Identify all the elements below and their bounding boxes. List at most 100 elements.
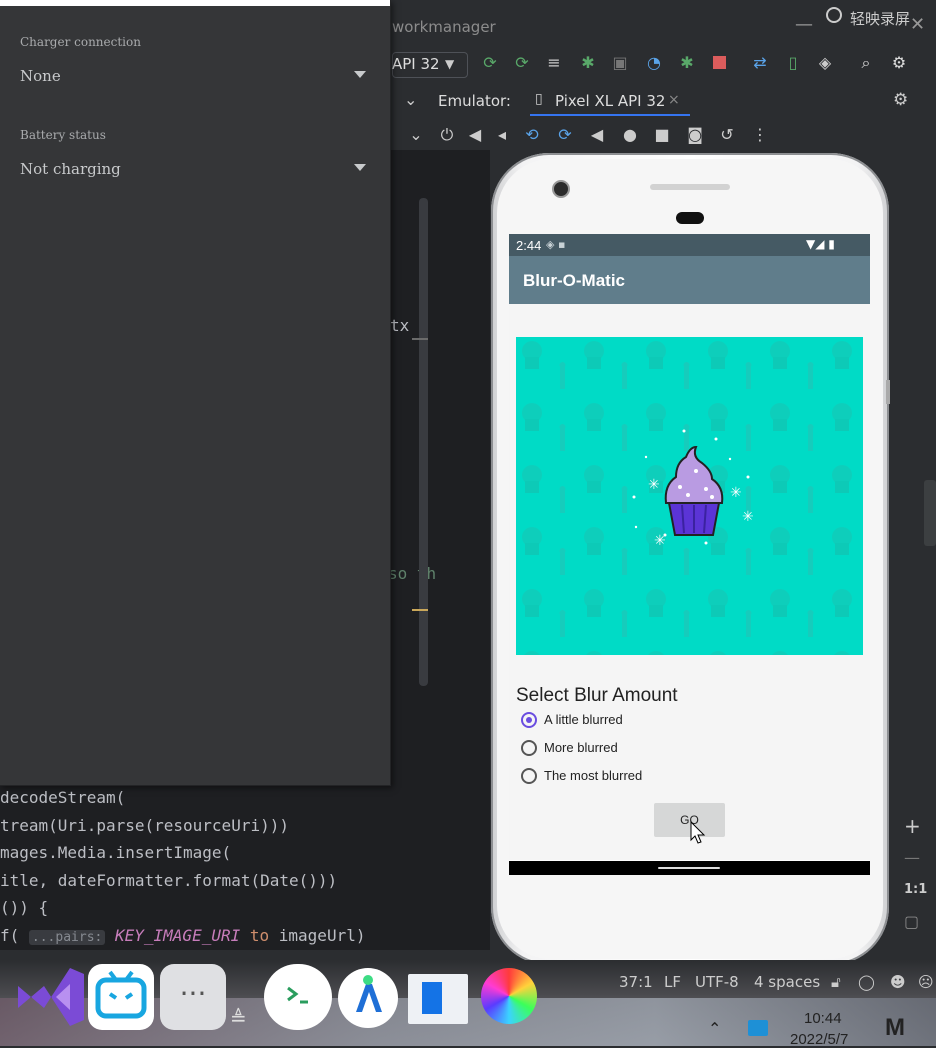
caret-position[interactable]: 37:1 [619,973,653,991]
clock-time[interactable]: 10:44 [804,1010,842,1027]
battery-status-label: Battery status [20,128,106,142]
volume-up-icon[interactable]: ◀ [465,125,485,144]
radio-button[interactable] [521,740,537,756]
clock-date[interactable]: 2022/5/7 [790,1031,848,1048]
stop-icon[interactable] [710,54,728,72]
ladder-icon: ≜ [230,1006,247,1030]
terminal-icon[interactable] [264,964,332,1030]
chevron-down-icon[interactable] [354,164,366,171]
app-title: Blur-O-Matic [523,271,625,290]
device-icon: ▯ [535,91,543,107]
attach-debugger-icon[interactable]: ▣ [611,54,629,72]
side-panel-handle[interactable] [924,480,936,546]
back-icon[interactable]: ◀ [587,125,607,144]
snapshot-icon[interactable]: ↺ [717,125,737,144]
sdk-manager-icon[interactable]: ◈ [816,54,834,72]
terminal-logo [287,986,308,1004]
code-line-last: f( ...pairs: KEY_IMAGE_URI to imageUrl) [0,925,366,945]
scroll-marker [412,338,428,340]
vs-logo [18,968,84,1026]
line-separator[interactable]: LF [664,973,681,991]
android-studio-logo [356,975,382,1012]
more-apps-button[interactable]: ··· [160,964,226,1030]
cupcake-image: ✳ ✳ ✳ ✳ [516,337,863,655]
event-log-icon[interactable]: ◯ [858,973,875,991]
close-window-button[interactable]: ✕ [910,14,925,35]
minimize-button[interactable]: — [795,14,813,35]
debug-icon[interactable]: ✱ [579,54,597,72]
radio-button-checked[interactable] [521,712,537,728]
cursor-shape [690,820,706,844]
blur-amount-heading: Select Blur Amount [516,685,678,706]
overview-icon[interactable]: ■ [652,125,672,144]
phone-side-button[interactable] [886,380,890,404]
input-method-icon[interactable]: M [885,1014,905,1042]
settings-icon[interactable]: ⚙ [890,54,908,72]
radio-label: More blurred [544,740,618,755]
rotate-left-icon[interactable]: ⟲ [522,125,542,144]
code-keyword: to [249,925,270,945]
tray-expand-icon[interactable]: ⌃ [708,1019,721,1038]
zoom-out-button[interactable]: — [904,848,920,867]
code-line: mages.Media.insertImage( [0,843,232,862]
main-toolbar [390,44,936,87]
svg-text:✳: ✳ [742,509,754,525]
scroll-marker [412,609,428,611]
visual-studio-icon[interactable] [14,964,86,1030]
chevron-down-icon[interactable]: ⌄ [406,125,426,144]
charger-connection-select[interactable]: None [20,67,61,85]
android-studio-icon[interactable] [338,968,398,1028]
mouse-cursor-icon [690,820,706,849]
camera-icon[interactable]: ◙ [685,125,705,144]
debug-bug-icon[interactable]: ✱ [678,54,696,72]
signal-battery-icons: ▼◢ ▮ [806,237,835,251]
device-manager-icon[interactable]: ▯ [784,54,802,72]
svg-text:✳: ✳ [730,485,742,501]
document-app-icon[interactable] [408,974,468,1024]
gesture-handle[interactable] [658,867,720,869]
apply-changes-icon[interactable]: ⟳ [513,54,531,72]
indent-setting[interactable]: 4 spaces [754,973,820,991]
rotate-right-icon[interactable]: ⟳ [555,125,575,144]
more-options-icon[interactable]: ⋮ [750,125,770,144]
code-line: decodeStream( [0,788,126,807]
volume-down-icon[interactable]: ◂ [492,125,512,144]
editor-scrollbar[interactable] [419,198,428,686]
chevron-down-icon[interactable] [354,71,366,78]
battery-status-select[interactable]: Not charging [20,160,121,178]
feedback-icon[interactable]: ☻ [890,973,906,991]
tab-close-icon[interactable]: × [668,92,680,108]
bilibili-logo [95,970,147,1019]
phone-sensor [676,212,704,224]
sync-gradle-icon[interactable]: ⇄ [751,54,769,72]
lock-icon[interactable]: 🔓︎ [831,973,841,991]
file-encoding[interactable]: UTF-8 [695,973,739,991]
search-icon[interactable]: ⌕ [857,54,875,72]
device-selector-label: API 32 [392,55,440,73]
cupcake-illustration: ✳ ✳ ✳ ✳ [516,337,863,655]
power-icon[interactable]: ⏻ [437,125,457,145]
actual-size-button[interactable]: 1:1 [904,882,927,897]
fit-screen-icon[interactable]: ▢ [904,912,919,931]
home-icon[interactable]: ● [620,125,640,144]
profiler-icon[interactable]: ◔ [645,54,663,72]
code-fragment: so th [388,564,437,583]
radio-button[interactable] [521,768,537,784]
radio-label: The most blurred [544,768,643,783]
code-key: KEY_IMAGE_URI [115,925,241,945]
color-picker-icon[interactable] [481,968,537,1024]
code-lines: decodeStream(tream(Uri.parse(resourceUri… [0,784,365,951]
doc-icon-shape [422,982,442,1014]
ide-status-bar: 37:1 LF UTF-8 4 spaces 🔓︎ ◯ ☻ ☹ [612,966,936,996]
bilibili-icon[interactable] [88,964,154,1030]
code-fragment: tx [390,316,410,335]
feedback-icon-2[interactable]: ☹ [918,973,934,991]
network-icon[interactable] [748,1020,768,1036]
zoom-in-button[interactable]: + [904,814,921,838]
run-icon[interactable]: ⟳ [481,54,499,72]
phone-speaker [650,184,730,190]
apply-code-icon[interactable]: ≡ [545,54,563,72]
chevron-down-icon[interactable]: ⌄ [404,90,417,109]
charger-connection-label: Charger connection [20,35,141,49]
emulator-settings-icon[interactable]: ⚙ [893,90,908,110]
